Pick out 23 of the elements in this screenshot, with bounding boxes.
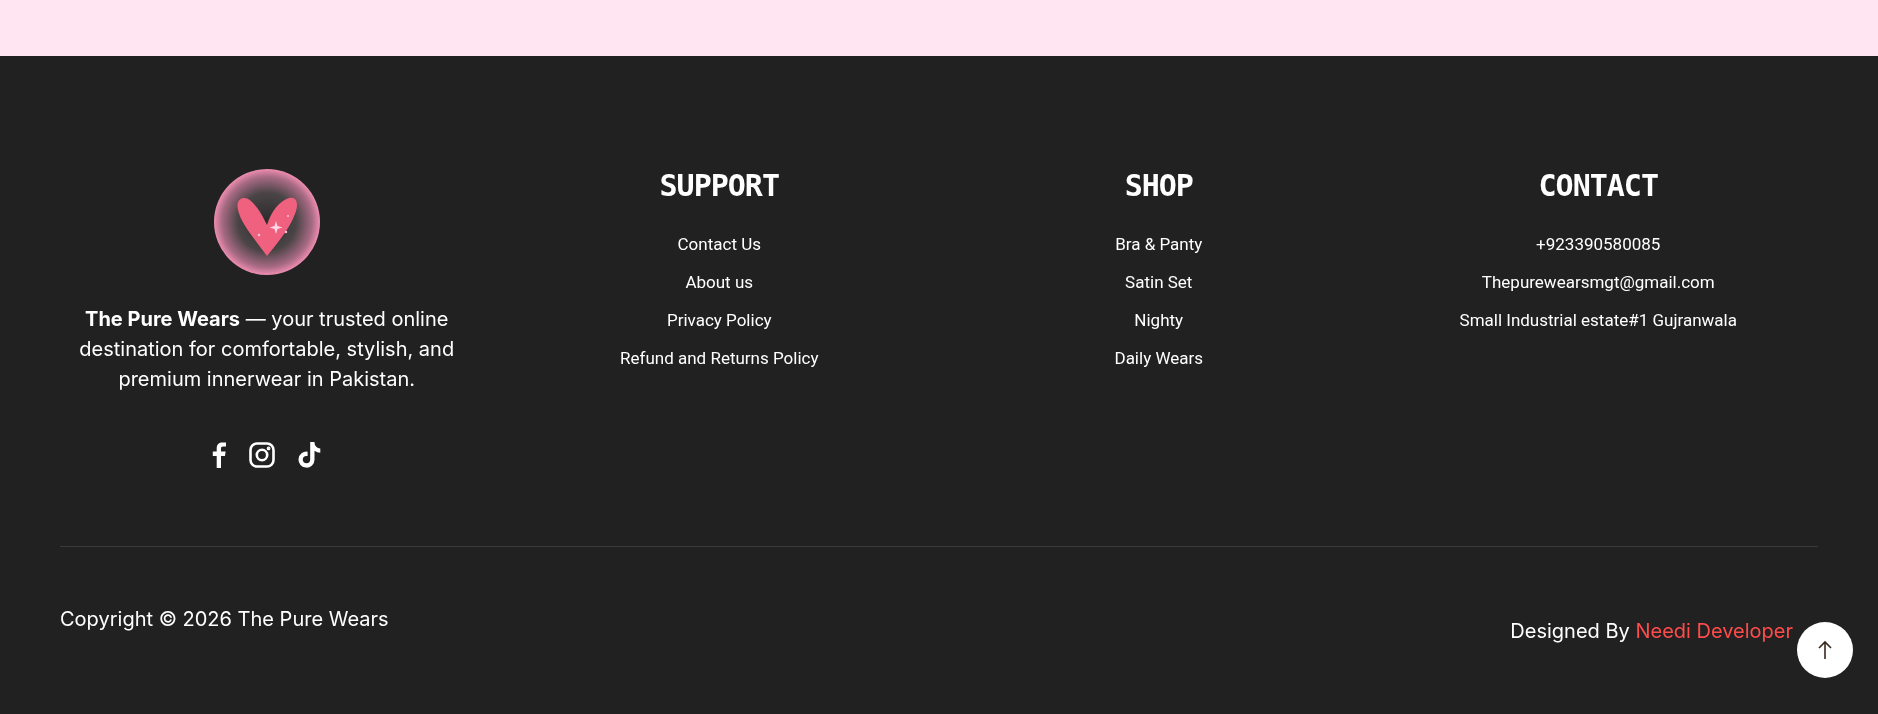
scroll-to-top-button[interactable]	[1797, 622, 1853, 678]
copyright-text: Copyright © 2026 The Pure Wears	[60, 607, 389, 631]
footer-link[interactable]: Privacy Policy	[666, 310, 772, 330]
developer-link[interactable]: Needi Developer	[1635, 619, 1793, 643]
credit-text: Designed By	[1510, 619, 1630, 643]
tiktok-icon[interactable]	[298, 442, 322, 468]
footer-link[interactable]: Bra & Panty	[1115, 234, 1203, 254]
footer-link[interactable]: Nighty	[1134, 310, 1184, 330]
footer-link[interactable]: +923390580085	[1536, 234, 1661, 254]
footer-link[interactable]: Daily Wears	[1114, 348, 1204, 368]
footer-link[interactable]: Small Industrial estate#1 Gujranwala	[1459, 310, 1737, 330]
footer-link[interactable]: About us	[685, 272, 754, 292]
column-heading: SUPPORT	[659, 168, 779, 204]
facebook-icon[interactable]	[212, 442, 227, 468]
footer-link[interactable]: Refund and Returns Policy	[620, 348, 819, 368]
footer-link[interactable]: Satin Set	[1125, 272, 1193, 292]
instagram-icon[interactable]	[249, 442, 276, 468]
arrow-up-icon	[1817, 640, 1833, 660]
footer-link[interactable]: Contact Us	[677, 234, 761, 254]
column-heading: CONTACT	[1538, 168, 1658, 204]
footer-link[interactable]: Thepurewearsmgt@gmail.com	[1481, 272, 1715, 292]
brand-description: The Pure Wears — your trusted online destination for comfortable, stylish, and premium innerwear in Pakistan.	[78, 306, 456, 393]
column-heading: SHOP	[1124, 168, 1193, 204]
